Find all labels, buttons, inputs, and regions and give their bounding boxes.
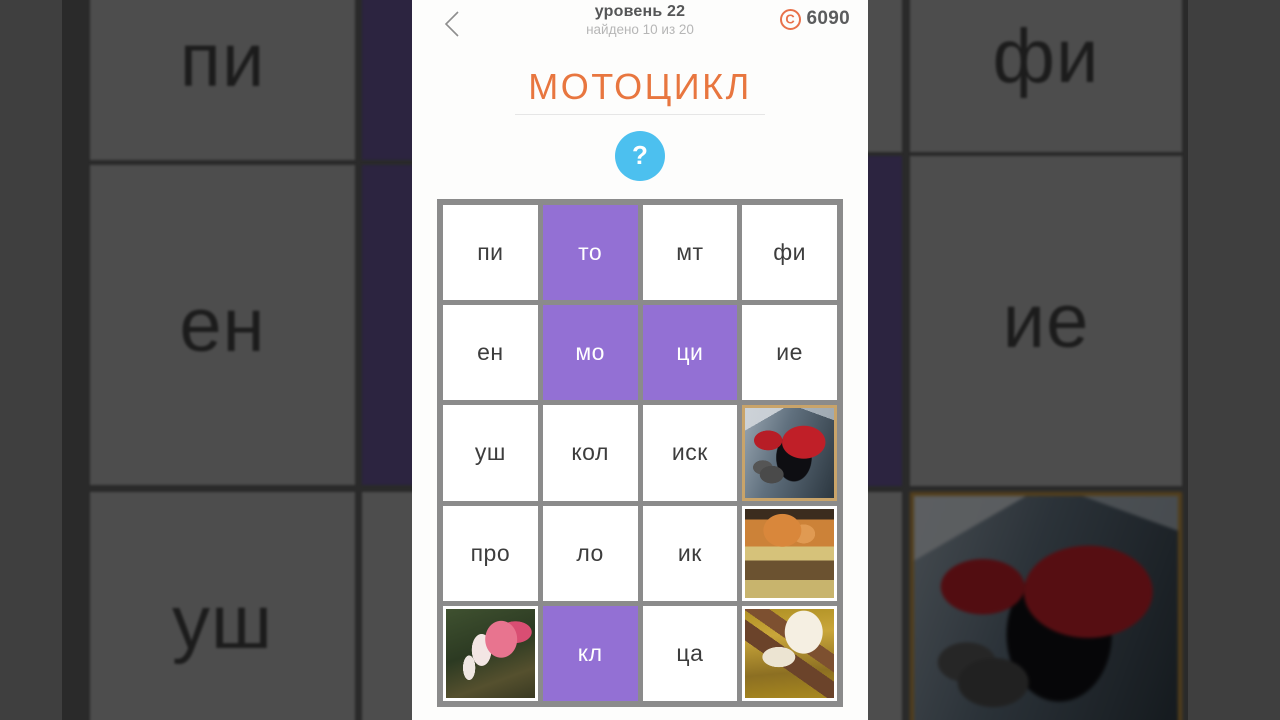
- grid-cell-label: ца: [676, 639, 704, 666]
- background-left: пи ен уш: [0, 0, 440, 720]
- grid-cell-label: то: [578, 239, 603, 266]
- grid-cell-label: иск: [671, 439, 708, 466]
- background-right-tile-2: ие: [910, 156, 1182, 486]
- grid-cell-label: ие: [776, 339, 803, 366]
- cake-photo: [745, 608, 834, 698]
- tile-grid: пи то мт фи ен мо ци ие уш кол иск про ло ик кл ца: [443, 205, 837, 701]
- grid-cell-label: кл: [577, 639, 603, 666]
- grid-cell-label: ло: [576, 539, 604, 566]
- grid-cell-label: пи: [477, 239, 504, 266]
- background-right-motorcycle-image: [910, 492, 1182, 720]
- answer-word: МОТОЦИКЛ: [515, 66, 765, 115]
- coin-icon: C: [779, 8, 801, 30]
- grid-cell-label: ик: [677, 539, 702, 566]
- tile-grid-container: пи то мт фи ен мо ци ие уш кол иск про ло ик кл ца: [437, 199, 843, 707]
- background-right-gutter: [1188, 0, 1280, 720]
- grid-cell-ца[interactable]: ца: [642, 605, 738, 701]
- grid-cell-то[interactable]: то: [542, 205, 638, 301]
- grid-cell-мт[interactable]: мт: [642, 205, 738, 301]
- hint-button-label: ?: [632, 140, 648, 170]
- grid-cell-мо[interactable]: мо: [542, 305, 638, 401]
- grid-cell-ие[interactable]: ие: [742, 305, 837, 401]
- coin-counter[interactable]: C 6090: [779, 8, 850, 30]
- grid-cell-label: фи: [773, 239, 807, 266]
- hint-area: ?: [412, 131, 868, 181]
- grid-cell-ен[interactable]: ен: [443, 305, 538, 401]
- grid-cell-label: про: [470, 539, 511, 566]
- background-right: фи ие: [840, 0, 1280, 720]
- grid-cell-кл[interactable]: кл: [542, 605, 638, 701]
- grid-cell-кол[interactable]: кол: [542, 405, 638, 501]
- grid-cell-ци[interactable]: ци: [642, 305, 738, 401]
- grid-cell-image-bird-photo[interactable]: [443, 605, 538, 701]
- grid-cell-label: мо: [575, 339, 605, 366]
- grid-cell-label: мт: [676, 239, 704, 266]
- game-panel: уровень 22 найдено 10 из 20 C 6090 МОТОЦ…: [412, 0, 868, 720]
- grid-cell-label: ци: [676, 339, 704, 366]
- grid-cell-фи[interactable]: фи: [742, 205, 837, 301]
- background-left-tile-3: уш: [90, 492, 355, 720]
- grid-cell-про[interactable]: про: [443, 505, 538, 601]
- grid-cell-label: ен: [477, 339, 504, 366]
- motorcycle-photo: [745, 408, 834, 498]
- hint-button[interactable]: ?: [615, 131, 665, 181]
- grid-cell-label: кол: [571, 439, 609, 466]
- answer-word-area: МОТОЦИКЛ: [412, 66, 868, 115]
- coin-count: 6090: [806, 8, 850, 29]
- background-left-tile-2: ен: [90, 165, 355, 485]
- grid-cell-иск[interactable]: иск: [642, 405, 738, 501]
- cat-photo: [745, 508, 834, 598]
- bird-photo: [446, 608, 535, 698]
- background-right-tile-1: фи: [910, 0, 1182, 152]
- grid-cell-уш[interactable]: уш: [443, 405, 538, 501]
- app-header: уровень 22 найдено 10 из 20 C 6090: [412, 0, 868, 52]
- grid-cell-image-cake-photo[interactable]: [742, 605, 837, 701]
- grid-cell-ик[interactable]: ик: [642, 505, 738, 601]
- grid-cell-label: уш: [474, 439, 506, 466]
- grid-cell-пи[interactable]: пи: [443, 205, 538, 301]
- grid-cell-image-motorcycle-photo[interactable]: [742, 405, 837, 501]
- background-left-gutter: [0, 0, 62, 720]
- grid-cell-image-cat-photo[interactable]: [742, 505, 837, 601]
- coin-glyph: C: [785, 11, 795, 26]
- background-left-tile-1: пи: [90, 0, 355, 160]
- grid-cell-ло[interactable]: ло: [542, 505, 638, 601]
